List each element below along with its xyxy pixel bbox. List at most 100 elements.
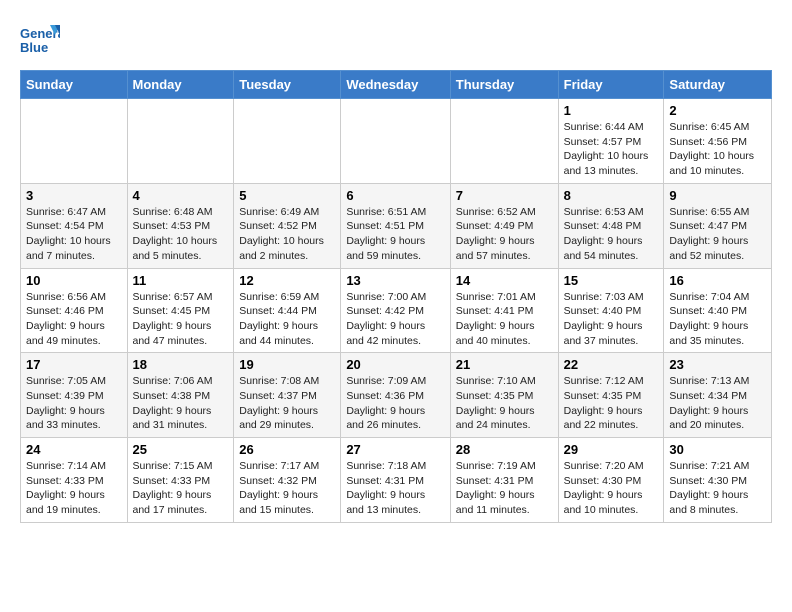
day-cell: 1 Sunrise: 6:44 AM Sunset: 4:57 PM Daylig… bbox=[558, 99, 664, 184]
day-number: 1 bbox=[564, 103, 659, 118]
day-cell bbox=[127, 99, 234, 184]
day-number: 10 bbox=[26, 273, 122, 288]
page-header: General Blue bbox=[20, 20, 772, 60]
day-number: 2 bbox=[669, 103, 766, 118]
day-number: 30 bbox=[669, 442, 766, 457]
day-number: 26 bbox=[239, 442, 335, 457]
day-number: 18 bbox=[133, 357, 229, 372]
day-info: Sunrise: 7:19 AM Sunset: 4:31 PM Dayligh… bbox=[456, 459, 553, 518]
day-number: 27 bbox=[346, 442, 444, 457]
day-cell: 24 Sunrise: 7:14 AM Sunset: 4:33 PM Dayli… bbox=[21, 438, 128, 523]
day-info: Sunrise: 6:47 AM Sunset: 4:54 PM Dayligh… bbox=[26, 205, 122, 264]
logo-icon: General Blue bbox=[20, 20, 60, 60]
header-cell-friday: Friday bbox=[558, 71, 664, 99]
day-info: Sunrise: 6:57 AM Sunset: 4:45 PM Dayligh… bbox=[133, 290, 229, 349]
day-cell: 8 Sunrise: 6:53 AM Sunset: 4:48 PM Daylig… bbox=[558, 183, 664, 268]
day-number: 29 bbox=[564, 442, 659, 457]
day-number: 3 bbox=[26, 188, 122, 203]
day-info: Sunrise: 6:55 AM Sunset: 4:47 PM Dayligh… bbox=[669, 205, 766, 264]
day-info: Sunrise: 6:53 AM Sunset: 4:48 PM Dayligh… bbox=[564, 205, 659, 264]
week-row-1: 1 Sunrise: 6:44 AM Sunset: 4:57 PM Daylig… bbox=[21, 99, 772, 184]
day-number: 15 bbox=[564, 273, 659, 288]
day-number: 28 bbox=[456, 442, 553, 457]
day-number: 20 bbox=[346, 357, 444, 372]
day-cell: 22 Sunrise: 7:12 AM Sunset: 4:35 PM Dayli… bbox=[558, 353, 664, 438]
day-cell: 28 Sunrise: 7:19 AM Sunset: 4:31 PM Dayli… bbox=[450, 438, 558, 523]
day-number: 4 bbox=[133, 188, 229, 203]
day-cell: 13Sunrise: 7:00 AM Sunset: 4:42 PM Dayli… bbox=[341, 268, 450, 353]
day-number: 25 bbox=[133, 442, 229, 457]
day-number: 8 bbox=[564, 188, 659, 203]
day-cell: 11 Sunrise: 6:57 AM Sunset: 4:45 PM Dayli… bbox=[127, 268, 234, 353]
day-info: Sunrise: 6:49 AM Sunset: 4:52 PM Dayligh… bbox=[239, 205, 335, 264]
day-cell bbox=[341, 99, 450, 184]
day-cell: 30 Sunrise: 7:21 AM Sunset: 4:30 PM Dayli… bbox=[664, 438, 772, 523]
day-cell: 5 Sunrise: 6:49 AM Sunset: 4:52 PM Daylig… bbox=[234, 183, 341, 268]
day-info: Sunrise: 6:45 AM Sunset: 4:56 PM Dayligh… bbox=[669, 120, 766, 179]
day-info: Sunrise: 7:08 AM Sunset: 4:37 PM Dayligh… bbox=[239, 374, 335, 433]
day-cell bbox=[234, 99, 341, 184]
day-cell: 25Sunrise: 7:15 AM Sunset: 4:33 PM Dayli… bbox=[127, 438, 234, 523]
day-info: Sunrise: 7:20 AM Sunset: 4:30 PM Dayligh… bbox=[564, 459, 659, 518]
header-cell-thursday: Thursday bbox=[450, 71, 558, 99]
day-info: Sunrise: 7:13 AM Sunset: 4:34 PM Dayligh… bbox=[669, 374, 766, 433]
day-number: 14 bbox=[456, 273, 553, 288]
calendar-header-row: SundayMondayTuesdayWednesdayThursdayFrid… bbox=[21, 71, 772, 99]
day-info: Sunrise: 6:44 AM Sunset: 4:57 PM Dayligh… bbox=[564, 120, 659, 179]
day-info: Sunrise: 7:06 AM Sunset: 4:38 PM Dayligh… bbox=[133, 374, 229, 433]
day-info: Sunrise: 7:03 AM Sunset: 4:40 PM Dayligh… bbox=[564, 290, 659, 349]
day-cell: 20 Sunrise: 7:09 AM Sunset: 4:36 PM Dayli… bbox=[341, 353, 450, 438]
day-info: Sunrise: 7:10 AM Sunset: 4:35 PM Dayligh… bbox=[456, 374, 553, 433]
day-cell: 14Sunrise: 7:01 AM Sunset: 4:41 PM Dayli… bbox=[450, 268, 558, 353]
day-info: Sunrise: 7:09 AM Sunset: 4:36 PM Dayligh… bbox=[346, 374, 444, 433]
day-number: 11 bbox=[133, 273, 229, 288]
day-info: Sunrise: 7:18 AM Sunset: 4:31 PM Dayligh… bbox=[346, 459, 444, 518]
day-info: Sunrise: 7:12 AM Sunset: 4:35 PM Dayligh… bbox=[564, 374, 659, 433]
day-cell: 2 Sunrise: 6:45 AM Sunset: 4:56 PM Daylig… bbox=[664, 99, 772, 184]
day-number: 21 bbox=[456, 357, 553, 372]
day-cell: 23 Sunrise: 7:13 AM Sunset: 4:34 PM Dayli… bbox=[664, 353, 772, 438]
header-cell-tuesday: Tuesday bbox=[234, 71, 341, 99]
day-cell: 7Sunrise: 6:52 AM Sunset: 4:49 PM Daylig… bbox=[450, 183, 558, 268]
day-number: 13 bbox=[346, 273, 444, 288]
day-number: 17 bbox=[26, 357, 122, 372]
day-cell: 21 Sunrise: 7:10 AM Sunset: 4:35 PM Dayli… bbox=[450, 353, 558, 438]
week-row-3: 10 Sunrise: 6:56 AM Sunset: 4:46 PM Dayli… bbox=[21, 268, 772, 353]
logo: General Blue bbox=[20, 20, 64, 60]
day-number: 24 bbox=[26, 442, 122, 457]
day-cell: 18 Sunrise: 7:06 AM Sunset: 4:38 PM Dayli… bbox=[127, 353, 234, 438]
day-cell: 4Sunrise: 6:48 AM Sunset: 4:53 PM Daylig… bbox=[127, 183, 234, 268]
day-cell: 12 Sunrise: 6:59 AM Sunset: 4:44 PM Dayli… bbox=[234, 268, 341, 353]
day-cell: 27 Sunrise: 7:18 AM Sunset: 4:31 PM Dayli… bbox=[341, 438, 450, 523]
day-info: Sunrise: 6:52 AM Sunset: 4:49 PM Dayligh… bbox=[456, 205, 553, 264]
day-info: Sunrise: 7:21 AM Sunset: 4:30 PM Dayligh… bbox=[669, 459, 766, 518]
day-info: Sunrise: 7:17 AM Sunset: 4:32 PM Dayligh… bbox=[239, 459, 335, 518]
week-row-4: 17 Sunrise: 7:05 AM Sunset: 4:39 PM Dayli… bbox=[21, 353, 772, 438]
day-cell: 3 Sunrise: 6:47 AM Sunset: 4:54 PM Daylig… bbox=[21, 183, 128, 268]
week-row-2: 3 Sunrise: 6:47 AM Sunset: 4:54 PM Daylig… bbox=[21, 183, 772, 268]
day-number: 6 bbox=[346, 188, 444, 203]
day-cell: 10 Sunrise: 6:56 AM Sunset: 4:46 PM Dayli… bbox=[21, 268, 128, 353]
day-cell: 9Sunrise: 6:55 AM Sunset: 4:47 PM Daylig… bbox=[664, 183, 772, 268]
svg-text:Blue: Blue bbox=[20, 40, 48, 55]
header-cell-monday: Monday bbox=[127, 71, 234, 99]
day-number: 12 bbox=[239, 273, 335, 288]
day-cell: 19 Sunrise: 7:08 AM Sunset: 4:37 PM Dayli… bbox=[234, 353, 341, 438]
day-info: Sunrise: 7:05 AM Sunset: 4:39 PM Dayligh… bbox=[26, 374, 122, 433]
header-cell-wednesday: Wednesday bbox=[341, 71, 450, 99]
day-info: Sunrise: 6:51 AM Sunset: 4:51 PM Dayligh… bbox=[346, 205, 444, 264]
day-cell: 26 Sunrise: 7:17 AM Sunset: 4:32 PM Dayli… bbox=[234, 438, 341, 523]
day-number: 19 bbox=[239, 357, 335, 372]
header-cell-sunday: Sunday bbox=[21, 71, 128, 99]
day-info: Sunrise: 6:59 AM Sunset: 4:44 PM Dayligh… bbox=[239, 290, 335, 349]
day-cell bbox=[21, 99, 128, 184]
day-info: Sunrise: 7:14 AM Sunset: 4:33 PM Dayligh… bbox=[26, 459, 122, 518]
day-info: Sunrise: 6:56 AM Sunset: 4:46 PM Dayligh… bbox=[26, 290, 122, 349]
calendar-body: 1 Sunrise: 6:44 AM Sunset: 4:57 PM Daylig… bbox=[21, 99, 772, 523]
day-number: 23 bbox=[669, 357, 766, 372]
day-number: 22 bbox=[564, 357, 659, 372]
day-number: 5 bbox=[239, 188, 335, 203]
day-cell: 17 Sunrise: 7:05 AM Sunset: 4:39 PM Dayli… bbox=[21, 353, 128, 438]
day-cell: 15 Sunrise: 7:03 AM Sunset: 4:40 PM Dayli… bbox=[558, 268, 664, 353]
week-row-5: 24 Sunrise: 7:14 AM Sunset: 4:33 PM Dayli… bbox=[21, 438, 772, 523]
